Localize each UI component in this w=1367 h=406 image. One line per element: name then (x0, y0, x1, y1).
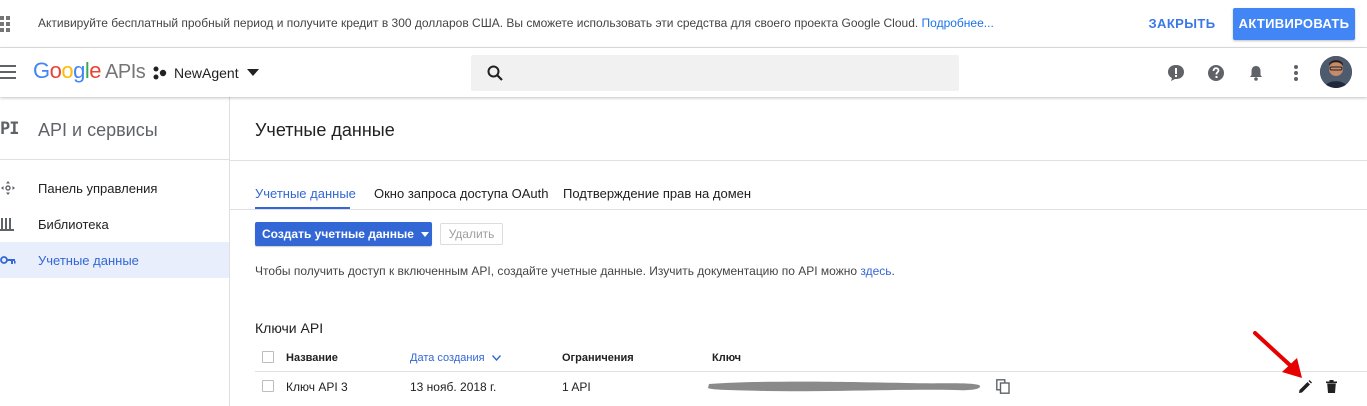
divider (230, 209, 1367, 210)
avatar[interactable] (1320, 56, 1352, 88)
help-icon[interactable] (1206, 63, 1226, 83)
grid-icon (0, 16, 10, 32)
divider (230, 160, 1367, 161)
sidebar-title: API и сервисы (38, 120, 158, 140)
copy-icon[interactable] (996, 379, 1010, 394)
column-header-created[interactable]: Дата создания (410, 352, 501, 364)
sidebar-item-label: Учетные данные (38, 253, 139, 268)
search-bar[interactable] (471, 55, 959, 91)
column-header-name[interactable]: Название (286, 352, 338, 364)
divider (255, 371, 1367, 372)
create-credentials-button[interactable]: Создать учетные данные (255, 222, 432, 246)
chevron-down-icon (491, 355, 501, 362)
project-name: NewAgent (174, 65, 239, 81)
restrictions: 1 API (562, 380, 591, 394)
banner-text: Активируйте бесплатный пробный период и … (38, 16, 919, 30)
promo-banner: Активируйте бесплатный пробный период и … (0, 0, 1367, 48)
help-text: Чтобы получить доступ к включенным API, … (255, 264, 895, 278)
api-keys-heading: Ключи API (255, 320, 324, 336)
column-header-created-label: Дата создания (410, 352, 485, 364)
library-icon (0, 218, 14, 231)
select-all-checkbox[interactable] (262, 351, 274, 363)
project-selector[interactable]: NewAgent (153, 64, 259, 82)
redacted-key (708, 381, 980, 392)
tab-domain-verification[interactable]: Подтверждение прав на домен (563, 186, 751, 201)
chevron-down-icon (246, 69, 259, 76)
help-end: . (891, 264, 895, 278)
help-message: Чтобы получить доступ к включенным API, … (255, 264, 858, 278)
banner-message: Активируйте бесплатный пробный период и … (38, 16, 994, 30)
top-app-bar: Google APIs NewAgent (0, 48, 1367, 97)
activate-button[interactable]: АКТИВИРОВАТЬ (1233, 8, 1355, 40)
user-photo-icon (1320, 56, 1352, 88)
sidebar-item-dashboard[interactable]: Панель управления (0, 170, 229, 206)
project-icon (153, 66, 167, 80)
learn-more-link[interactable]: Подробнее... (922, 16, 994, 30)
logo-letter: o (61, 58, 74, 83)
sidebar-item-label: Библиотека (38, 217, 109, 232)
api-logo: PI (0, 119, 20, 139)
logo-letter: o (49, 58, 62, 83)
row-checkbox[interactable] (262, 380, 274, 392)
sidebar-item-label: Панель управления (38, 181, 158, 196)
sidebar: PI API и сервисы Панель управления Библи… (0, 97, 230, 406)
column-header-key[interactable]: Ключ (712, 352, 741, 364)
feedback-icon[interactable] (1166, 63, 1186, 83)
sidebar-header: PI API и сервисы (0, 97, 229, 160)
logo-letter: g (73, 58, 85, 83)
more-vert-icon[interactable] (1286, 63, 1306, 83)
annotation-arrow-icon (1253, 331, 1302, 378)
delete-button[interactable]: Удалить (440, 223, 503, 245)
notifications-icon[interactable] (1246, 63, 1266, 83)
search-icon (487, 65, 503, 81)
delete-icon[interactable] (1326, 380, 1337, 393)
create-credentials-label: Создать учетные данные (262, 227, 414, 241)
sidebar-item-library[interactable]: Библиотека (0, 206, 229, 242)
logo-product: APIs (105, 61, 146, 83)
logo-letter: e (89, 58, 102, 83)
close-button[interactable]: ЗАКРЫТЬ (1140, 9, 1224, 39)
dashboard-icon (1, 181, 15, 195)
docs-link[interactable]: здесь (860, 264, 891, 278)
key-name-link[interactable]: Ключ API 3 (286, 380, 348, 394)
page-title: Учетные данные (255, 120, 395, 140)
sidebar-item-credentials[interactable]: Учетные данные (0, 242, 229, 278)
tab-credentials[interactable]: Учетные данные (255, 186, 356, 201)
edit-icon[interactable] (1298, 380, 1312, 394)
key-icon (0, 256, 16, 264)
hamburger-menu-icon[interactable] (0, 65, 16, 79)
logo-letter: G (33, 58, 50, 83)
created-date: 13 нояб. 2018 г. (410, 380, 497, 394)
dropdown-arrow-icon (420, 231, 429, 237)
google-apis-logo[interactable]: Google APIs (33, 58, 146, 84)
tab-oauth-consent[interactable]: Окно запроса доступа OAuth (374, 186, 549, 201)
search-input[interactable] (515, 55, 945, 91)
column-header-restrictions[interactable]: Ограничения (562, 352, 634, 364)
